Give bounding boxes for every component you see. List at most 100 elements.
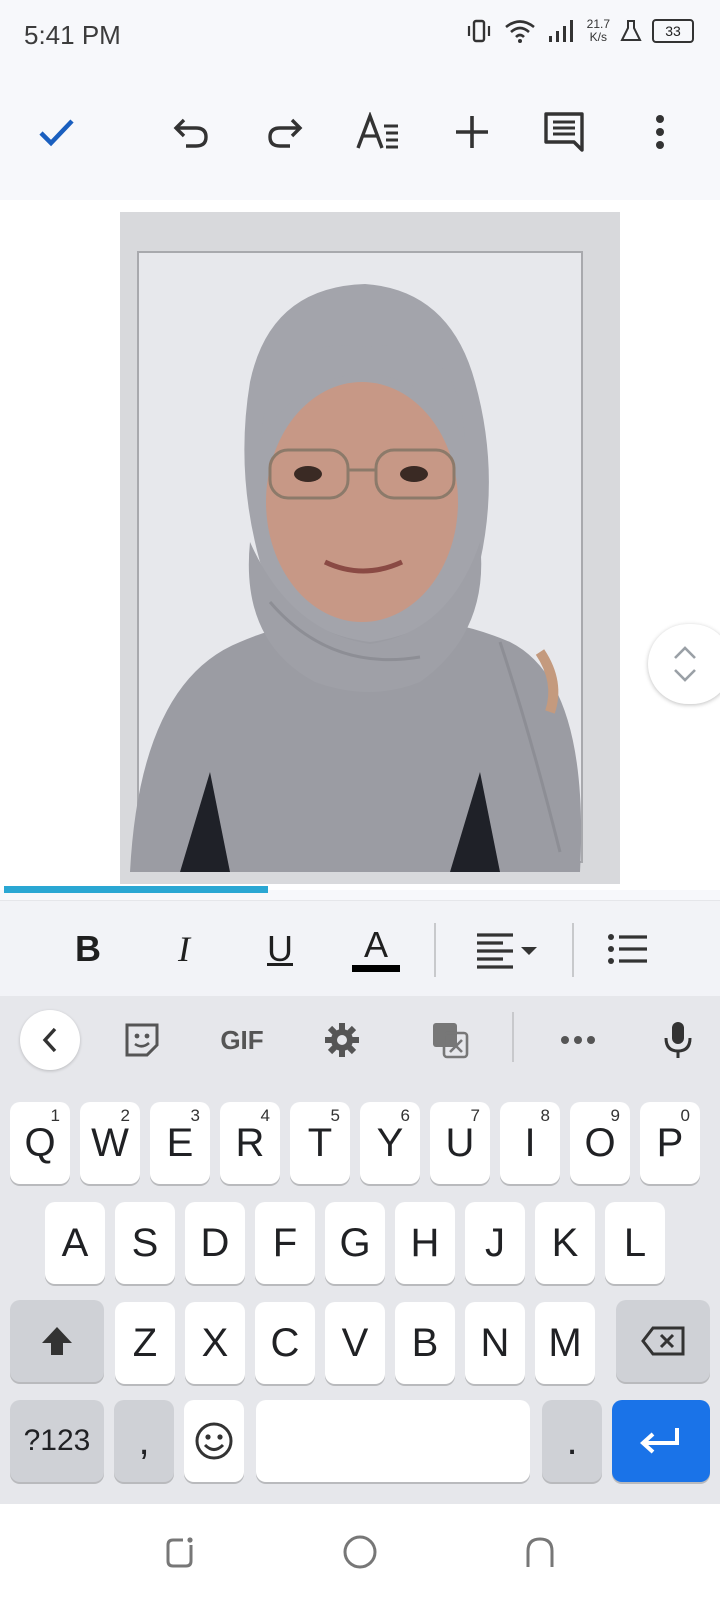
key-number-hint: 1 [50, 1106, 60, 1125]
comma-key[interactable]: , [114, 1400, 174, 1482]
key-label: C [270, 1320, 300, 1365]
bullet-list-button[interactable] [598, 919, 658, 979]
soft-keyboard: GIF ?123 , . Q 1 W 2 E 3 R 4 T 5 Y 6 U 7… [0, 996, 720, 1504]
text-color-label: A [363, 923, 388, 965]
keyboard-more-button[interactable] [548, 1010, 608, 1070]
translate-icon [433, 1023, 469, 1059]
key-u[interactable]: U7 [430, 1102, 490, 1184]
redo-button[interactable] [256, 104, 312, 160]
done-button[interactable] [28, 104, 84, 160]
symbols-key[interactable]: ?123 [10, 1400, 104, 1482]
more-options-button[interactable] [632, 104, 688, 160]
key-c[interactable]: C [255, 1302, 315, 1384]
key-n[interactable]: N [465, 1302, 525, 1384]
key-a[interactable]: A [45, 1202, 105, 1284]
key-label: U [445, 1120, 475, 1165]
keyboard-settings-button[interactable] [312, 1010, 372, 1070]
key-s[interactable]: S [115, 1202, 175, 1284]
key-r[interactable]: R4 [220, 1102, 280, 1184]
key-label: D [200, 1220, 230, 1265]
gif-button[interactable]: GIF [210, 1010, 274, 1070]
key-i[interactable]: I8 [500, 1102, 560, 1184]
key-label: S [131, 1220, 159, 1265]
key-label: K [551, 1220, 579, 1265]
undo-icon [173, 118, 208, 148]
home-circle-icon [343, 1535, 377, 1569]
key-label: W [91, 1120, 129, 1165]
keyboard-back-button[interactable] [20, 1010, 80, 1070]
status-time: 5:41 PM [24, 20, 121, 50]
text-format-button[interactable] [350, 104, 406, 160]
key-p[interactable]: P0 [640, 1102, 700, 1184]
key-o[interactable]: O9 [570, 1102, 630, 1184]
insert-button[interactable] [444, 104, 500, 160]
key-label: A [61, 1220, 89, 1265]
wifi-icon [504, 20, 535, 43]
document-canvas[interactable] [0, 200, 720, 890]
key-m[interactable]: M [535, 1302, 595, 1384]
key-number-hint: 3 [190, 1106, 200, 1125]
text-color-swatch [352, 964, 400, 972]
space-key[interactable] [256, 1400, 530, 1482]
key-y[interactable]: Y6 [360, 1102, 420, 1184]
key-k[interactable]: K [535, 1202, 595, 1284]
net-speed: 21.7 K/s [587, 18, 610, 44]
back-button[interactable] [514, 1526, 566, 1578]
fast-scroll-handle[interactable] [648, 624, 720, 704]
key-label: B [411, 1320, 439, 1365]
key-label: V [341, 1320, 369, 1365]
voice-input-button[interactable] [648, 1010, 708, 1070]
gear-icon [325, 1023, 359, 1057]
backspace-key[interactable] [616, 1300, 710, 1382]
backspace-icon [641, 1326, 685, 1356]
key-e[interactable]: E3 [150, 1102, 210, 1184]
document-image[interactable] [120, 212, 620, 884]
key-label: P [656, 1120, 684, 1165]
sticker-button[interactable] [112, 1010, 172, 1070]
key-label: H [410, 1220, 440, 1265]
key-number-hint: 0 [680, 1106, 690, 1125]
recents-button[interactable] [154, 1526, 206, 1578]
key-w[interactable]: W2 [80, 1102, 140, 1184]
comment-icon [544, 112, 584, 152]
recents-icon [166, 1537, 193, 1568]
italic-button[interactable]: I [154, 919, 214, 979]
translate-button[interactable] [420, 1010, 480, 1070]
home-button[interactable] [334, 1526, 386, 1578]
key-l[interactable]: L [605, 1202, 665, 1284]
key-j[interactable]: J [465, 1202, 525, 1284]
align-dropdown[interactable] [468, 919, 544, 979]
enter-key[interactable] [612, 1400, 710, 1482]
key-h[interactable]: H [395, 1202, 455, 1284]
emoji-key[interactable] [184, 1400, 244, 1482]
format-divider [434, 923, 436, 977]
key-b[interactable]: B [395, 1302, 455, 1384]
key-t[interactable]: T5 [290, 1102, 350, 1184]
key-q[interactable]: Q1 [10, 1102, 70, 1184]
shift-key[interactable] [10, 1300, 104, 1382]
key-number-hint: 6 [400, 1106, 410, 1125]
key-d[interactable]: D [185, 1202, 245, 1284]
key-v[interactable]: V [325, 1302, 385, 1384]
key-label: X [201, 1320, 229, 1365]
key-label: G [339, 1220, 371, 1265]
key-number-hint: 7 [470, 1106, 480, 1125]
more-vert-icon [656, 115, 664, 149]
comment-button[interactable] [536, 104, 592, 160]
period-key[interactable]: . [542, 1400, 602, 1482]
key-number-hint: 2 [120, 1106, 130, 1125]
system-nav-bar [0, 1504, 720, 1600]
key-z[interactable]: Z [115, 1302, 175, 1384]
key-f[interactable]: F [255, 1202, 315, 1284]
underline-button[interactable]: U [250, 919, 310, 979]
key-label: L [623, 1220, 647, 1265]
portrait-photo [120, 212, 620, 884]
undo-button[interactable] [164, 104, 220, 160]
emoji-icon [195, 1422, 233, 1460]
bold-button[interactable]: B [58, 919, 118, 979]
key-x[interactable]: X [185, 1302, 245, 1384]
text-color-button[interactable]: A [346, 919, 406, 979]
chevron-left-icon [42, 1027, 57, 1053]
key-g[interactable]: G [325, 1202, 385, 1284]
key-label: N [480, 1320, 510, 1365]
